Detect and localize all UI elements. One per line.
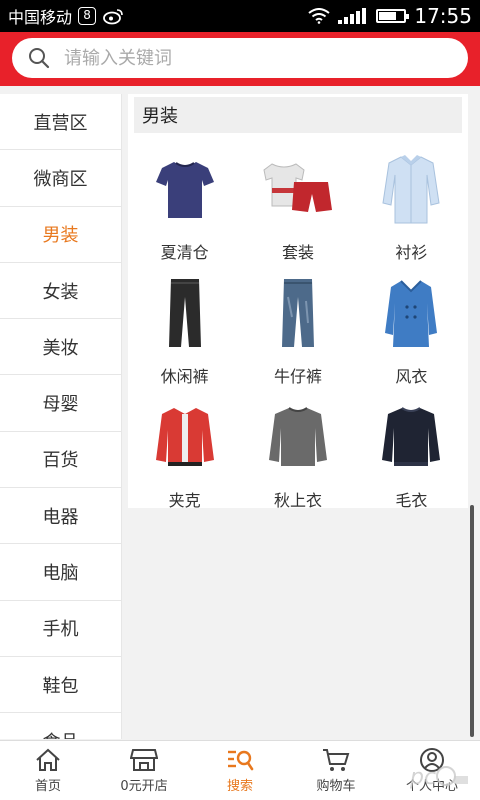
search-header bbox=[0, 32, 480, 86]
product-item[interactable]: 风衣 bbox=[355, 263, 468, 387]
sidebar-item-label: 微商区 bbox=[33, 168, 88, 190]
product-item[interactable]: 夏清仓 bbox=[128, 139, 241, 263]
sidebar-item-zhiying[interactable]: 直营区 bbox=[0, 94, 121, 151]
nav-label: 0元开店 bbox=[120, 778, 168, 794]
product-label: 套装 bbox=[281, 243, 314, 262]
search-input[interactable] bbox=[64, 47, 452, 69]
polo-shorts-set-icon bbox=[258, 149, 338, 229]
wifi-icon bbox=[308, 8, 330, 24]
sidebar-item-label: 电器 bbox=[42, 506, 79, 528]
product-item[interactable]: 衬衫 bbox=[355, 139, 468, 263]
tshirt-icon bbox=[145, 149, 225, 229]
nav-label: 搜索 bbox=[226, 778, 253, 794]
product-label: 风衣 bbox=[395, 367, 428, 386]
sidebar-item-womenswear[interactable]: 女装 bbox=[0, 263, 121, 320]
product-item[interactable]: 牛仔裤 bbox=[241, 263, 354, 387]
sidebar-item-label: 手机 bbox=[42, 619, 79, 641]
sidebar-item-shoes-bags[interactable]: 鞋包 bbox=[0, 657, 121, 714]
battery-level bbox=[379, 12, 397, 20]
sidebar-item-label: 电脑 bbox=[42, 563, 79, 585]
sidebar-item-label: 食品 bbox=[43, 728, 79, 739]
sidebar-item-label: 母婴 bbox=[42, 394, 79, 416]
sidebar-item-label: 男装 bbox=[42, 225, 79, 247]
cart-icon bbox=[323, 748, 350, 771]
battery-icon bbox=[376, 9, 410, 23]
product-item[interactable]: 夹克 bbox=[128, 387, 241, 511]
product-label: 衬衫 bbox=[395, 243, 428, 262]
sidebar-item-appliances[interactable]: 电器 bbox=[0, 488, 121, 545]
product-grid: 夏清仓 套装 衬衫 休闲裤 牛仔裤 风衣 夹克 秋上衣 毛衣 bbox=[128, 133, 468, 511]
trousers-icon bbox=[145, 273, 225, 353]
product-item[interactable]: 毛衣 bbox=[355, 387, 468, 511]
sweater-icon bbox=[258, 397, 338, 477]
jeans-icon bbox=[258, 273, 338, 353]
search-box[interactable] bbox=[12, 38, 468, 78]
jacket-icon bbox=[145, 397, 225, 477]
knit-sweater-icon bbox=[371, 397, 451, 477]
trench-coat-icon bbox=[371, 273, 451, 353]
nav-cart[interactable]: 购物车 bbox=[288, 741, 384, 800]
sidebar-item-weishang[interactable]: 微商区 bbox=[0, 150, 121, 207]
bottom-nav: 首页 0元开店 搜索 购物车 个人中心 bbox=[0, 740, 480, 800]
sidebar-item-menswear[interactable]: 男装 bbox=[0, 207, 121, 263]
clock: 17:55 bbox=[414, 4, 472, 28]
section-title: 男装 bbox=[134, 97, 462, 133]
weibo-icon bbox=[103, 9, 123, 25]
nav-label: 个人中心 bbox=[405, 778, 458, 794]
status-right: 17:55 bbox=[308, 4, 472, 28]
product-item[interactable]: 秋上衣 bbox=[241, 387, 354, 511]
sidebar-item-label: 鞋包 bbox=[42, 675, 79, 697]
sidebar-item-baby[interactable]: 母婴 bbox=[0, 375, 121, 432]
sidebar-item-food[interactable]: 食品 bbox=[0, 713, 121, 739]
product-label: 夹克 bbox=[168, 491, 201, 510]
signal-icon bbox=[338, 8, 367, 24]
sidebar-item-phones[interactable]: 手机 bbox=[0, 601, 121, 657]
sidebar-item-label: 女装 bbox=[42, 281, 79, 303]
product-label: 毛衣 bbox=[395, 491, 428, 510]
carrier-name: 中国移动 bbox=[8, 8, 73, 27]
scrollbar[interactable] bbox=[470, 505, 474, 737]
product-label: 夏清仓 bbox=[160, 243, 209, 262]
status-bar: 中国移动 8 17:55 bbox=[0, 0, 480, 32]
nav-label: 首页 bbox=[34, 778, 61, 794]
nav-profile[interactable]: 个人中心 bbox=[384, 741, 480, 800]
status-left: 中国移动 8 bbox=[8, 4, 124, 28]
sidebar-item-label: 直营区 bbox=[33, 112, 88, 134]
shirt-icon bbox=[371, 149, 451, 229]
store-icon bbox=[130, 748, 158, 771]
nav-label: 购物车 bbox=[316, 778, 356, 794]
product-item[interactable]: 套装 bbox=[241, 139, 354, 263]
sidebar-item-label: 百货 bbox=[42, 450, 79, 472]
sidebar-item-general[interactable]: 百货 bbox=[0, 432, 121, 489]
sidebar-item-computers[interactable]: 电脑 bbox=[0, 544, 121, 601]
product-label: 休闲裤 bbox=[160, 367, 209, 386]
product-item[interactable]: 休闲裤 bbox=[128, 263, 241, 387]
sidebar-item-label: 美妆 bbox=[42, 337, 79, 359]
category-sidebar: 直营区 微商区 男装 女装 美妆 母婴 百货 电器 电脑 手机 鞋包 食品 bbox=[0, 94, 122, 739]
nav-home[interactable]: 首页 bbox=[0, 741, 96, 800]
home-icon bbox=[36, 748, 60, 771]
product-panel: 男装 夏清仓 套装 衬衫 休闲裤 牛仔裤 风衣 夹克 秋上衣 毛衣 bbox=[128, 94, 468, 511]
sidebar-item-beauty[interactable]: 美妆 bbox=[0, 319, 121, 376]
notification-badge: 8 bbox=[78, 7, 97, 25]
user-icon bbox=[420, 747, 444, 772]
search-icon bbox=[29, 48, 50, 69]
search-list-icon bbox=[228, 750, 254, 770]
nav-open-store[interactable]: 0元开店 bbox=[96, 741, 192, 800]
product-label: 牛仔裤 bbox=[273, 367, 322, 386]
nav-search[interactable]: 搜索 bbox=[192, 741, 288, 800]
product-label: 秋上衣 bbox=[273, 491, 322, 510]
